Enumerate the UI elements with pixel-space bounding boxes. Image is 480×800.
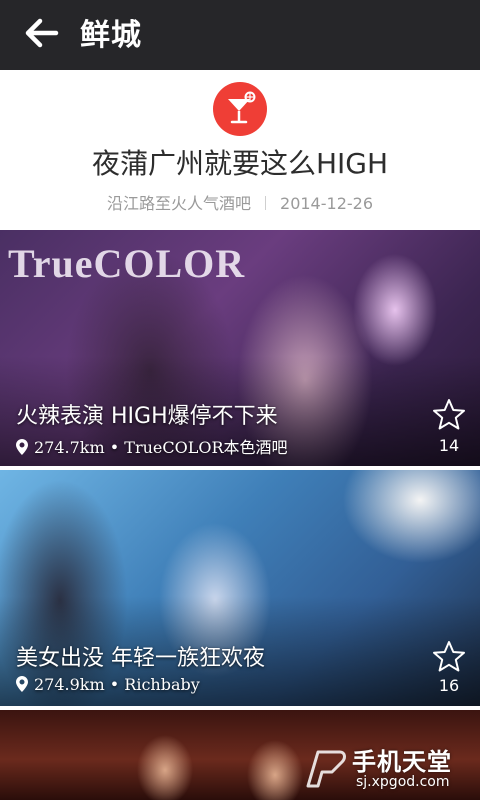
card-venue: Richbaby [124,675,200,694]
card-distance: 274.7km [34,438,105,457]
card-title: 美女出没 年轻一族狂欢夜 [16,646,265,671]
back-arrow-icon[interactable] [22,13,62,53]
card-subtitle: 274.9km • Richbaby [16,675,200,694]
location-pin-icon [16,439,28,455]
card-separator: • [109,438,120,457]
watermark-url: sj.xpgod.com [356,774,450,790]
page-title: 夜蒲广州就要这么HIGH [91,147,389,180]
card-venue: TrueCOLOR本色酒吧 [124,438,288,457]
card-distance: 274.9km [34,675,105,694]
cocktail-icon [228,91,256,124]
star-outline-icon[interactable] [432,398,466,432]
article-header: 夜蒲广州就要这么HIGH 沿江路至火人气酒吧 2014-12-26 [0,70,480,230]
article-meta: 沿江路至火人气酒吧 2014-12-26 [0,190,480,214]
date-text: 2014-12-26 [280,194,373,213]
venue-card[interactable]: TrueCOLOR 火辣表演 HIGH爆停不下来 274.7km • TrueC… [0,230,480,466]
card-photo-sign: TrueCOLOR [8,241,246,286]
favorite-count: 16 [438,676,460,695]
meta-divider [265,196,267,210]
location-pin-icon [16,676,28,692]
card-title: 火辣表演 HIGH爆停不下来 [16,404,278,429]
favorite-count: 14 [438,436,460,455]
watermark-logo-icon [306,750,346,788]
location-text: 沿江路至火人气酒吧 [107,194,252,213]
watermark: 手机天堂 sj.xpgod.com [302,742,472,798]
card-separator: • [109,675,120,694]
app-bar: 鲜城 [0,0,480,70]
star-outline-icon[interactable] [432,640,466,674]
venue-card[interactable]: 美女出没 年轻一族狂欢夜 274.9km • Richbaby 16 [0,470,480,706]
app-title: 鲜城 [80,18,142,53]
watermark-name: 手机天堂 [352,748,452,776]
category-badge [213,82,267,136]
card-subtitle: 274.7km • TrueCOLOR本色酒吧 [16,434,288,458]
